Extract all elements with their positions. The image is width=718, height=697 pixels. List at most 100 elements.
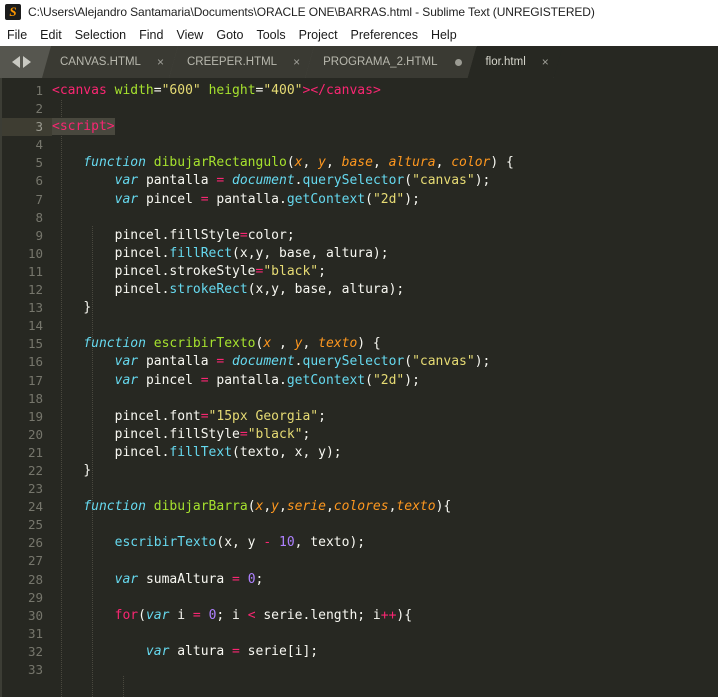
menu-item-view[interactable]: View xyxy=(176,28,211,42)
line-number: 22 xyxy=(27,462,43,478)
tab-label: CREEPER.HTML xyxy=(186,56,278,68)
menu-item-goto[interactable]: Goto xyxy=(216,28,251,42)
menu-item-edit[interactable]: Edit xyxy=(40,28,70,42)
line-number: 5 xyxy=(35,155,43,171)
window-title: C:\Users\Alejandro Santamaria\Documents\… xyxy=(28,5,595,19)
code-line-11: pincel.strokeStyle="black"; xyxy=(114,263,326,279)
line-number: 31 xyxy=(27,625,43,641)
code-line-15: function escribirTexto(x , y, texto) { xyxy=(83,336,381,352)
title-bar: S C:\Users\Alejandro Santamaria\Document… xyxy=(0,0,718,24)
menu-item-file[interactable]: File xyxy=(7,28,35,42)
line-number: 24 xyxy=(27,499,43,515)
code-editor[interactable]: 1 2 3 4 5 6 7 8 9 10 11 12 13 14 15 16 1… xyxy=(0,78,718,697)
menu-item-find[interactable]: Find xyxy=(139,28,171,42)
line-number: 33 xyxy=(27,662,43,677)
line-number: 21 xyxy=(27,444,43,460)
chevron-right-icon[interactable] xyxy=(22,56,31,68)
tab-label: CANVAS.HTML xyxy=(60,56,141,68)
code-content[interactable]: <canvas width="600" height="400"></canva… xyxy=(52,78,718,697)
menu-item-selection[interactable]: Selection xyxy=(75,28,134,42)
code-line-5: function dibujarRectangulo(x, y, base, a… xyxy=(83,155,514,171)
tab-label: PROGRAMA_2.HTML xyxy=(323,56,438,68)
close-icon[interactable]: × xyxy=(157,56,164,68)
line-number: 30 xyxy=(27,607,43,623)
code-line-22: } xyxy=(83,462,92,478)
code-line-3: <script> xyxy=(52,118,115,136)
line-number: 29 xyxy=(27,589,43,605)
code-line-1: <canvas width="600" height="400"></canva… xyxy=(52,83,381,98)
chevron-left-icon[interactable] xyxy=(11,56,20,68)
code-line-17: var pincel = pantalla.getContext("2d"); xyxy=(114,372,420,388)
line-number: 14 xyxy=(27,318,43,334)
line-number: 27 xyxy=(27,553,43,569)
code-line-13: } xyxy=(83,300,92,316)
line-number: 7 xyxy=(35,191,43,207)
line-number: 20 xyxy=(27,426,43,442)
tab-canvas-html[interactable]: CANVAS.HTML × xyxy=(42,46,178,78)
indent-guide xyxy=(123,676,125,697)
code-line-19: pincel.font="15px Georgia"; xyxy=(114,408,326,424)
code-line-9: pincel.fillStyle=color; xyxy=(114,227,295,243)
code-line-7: var pincel = pantalla.getContext("2d"); xyxy=(114,191,420,207)
line-number: 6 xyxy=(35,173,43,189)
line-number: 4 xyxy=(35,137,43,153)
line-number: 23 xyxy=(27,481,43,497)
line-number: 16 xyxy=(27,354,43,370)
line-number: 9 xyxy=(35,227,43,243)
line-number: 11 xyxy=(27,263,43,279)
line-number: 13 xyxy=(27,300,43,316)
line-number: 12 xyxy=(27,282,43,298)
code-line-24: function dibujarBarra(x,y,serie,colores,… xyxy=(83,499,452,515)
line-number: 25 xyxy=(27,517,43,533)
tab-programa-2-html[interactable]: PROGRAMA_2.HTML xyxy=(305,46,476,78)
line-number-active: 3 xyxy=(0,118,52,137)
tab-strip: CANVAS.HTML × CREEPER.HTML × PROGRAMA_2.… xyxy=(42,46,718,78)
logo-glyph: S xyxy=(9,4,17,19)
line-number: 1 xyxy=(35,83,43,98)
unsaved-changes-dot-icon[interactable] xyxy=(455,59,462,66)
close-icon[interactable]: × xyxy=(542,56,549,68)
menu-item-project[interactable]: Project xyxy=(299,28,346,42)
line-number: 26 xyxy=(27,535,43,551)
code-line-30: for(var i = 0; i < serie.length; i++){ xyxy=(114,607,413,623)
tab-label: flor.html xyxy=(485,56,526,68)
line-number: 8 xyxy=(35,209,43,225)
gutter-edge xyxy=(0,78,2,697)
code-line-10: pincel.fillRect(x,y, base, altura); xyxy=(114,245,389,261)
tab-creeper-html[interactable]: CREEPER.HTML × xyxy=(169,46,314,78)
menu-item-help[interactable]: Help xyxy=(431,28,465,42)
tab-bar: CANVAS.HTML × CREEPER.HTML × PROGRAMA_2.… xyxy=(0,46,718,78)
tab-navigation-arrows[interactable] xyxy=(0,46,42,78)
line-number: 2 xyxy=(35,101,43,117)
menu-item-tools[interactable]: Tools xyxy=(256,28,293,42)
line-number: 28 xyxy=(27,571,43,587)
code-line-21: pincel.fillText(texto, x, y); xyxy=(114,444,342,460)
line-number: 32 xyxy=(27,643,43,659)
code-line-20: pincel.fillStyle="black"; xyxy=(114,426,311,442)
code-line-28: var sumaAltura = 0; xyxy=(114,571,264,587)
code-line-16: var pantalla = document.querySelector("c… xyxy=(114,354,491,370)
close-icon[interactable]: × xyxy=(293,56,300,68)
line-number: 10 xyxy=(27,245,43,261)
code-line-6: var pantalla = document.querySelector("c… xyxy=(114,173,491,189)
tab-flor-html[interactable]: flor.html × xyxy=(467,46,562,78)
line-number: 15 xyxy=(27,336,43,352)
sublime-text-logo-icon: S xyxy=(5,4,21,20)
menu-item-preferences[interactable]: Preferences xyxy=(351,28,426,42)
code-line-32: var altura = serie[i]; xyxy=(145,643,319,659)
menu-bar: File Edit Selection Find View Goto Tools… xyxy=(0,24,718,46)
line-number: 17 xyxy=(27,372,43,388)
line-number: 18 xyxy=(27,390,43,406)
code-line-26: escribirTexto(x, y - 10, texto); xyxy=(114,535,366,551)
code-line-12: pincel.strokeRect(x,y, base, altura); xyxy=(114,282,405,298)
